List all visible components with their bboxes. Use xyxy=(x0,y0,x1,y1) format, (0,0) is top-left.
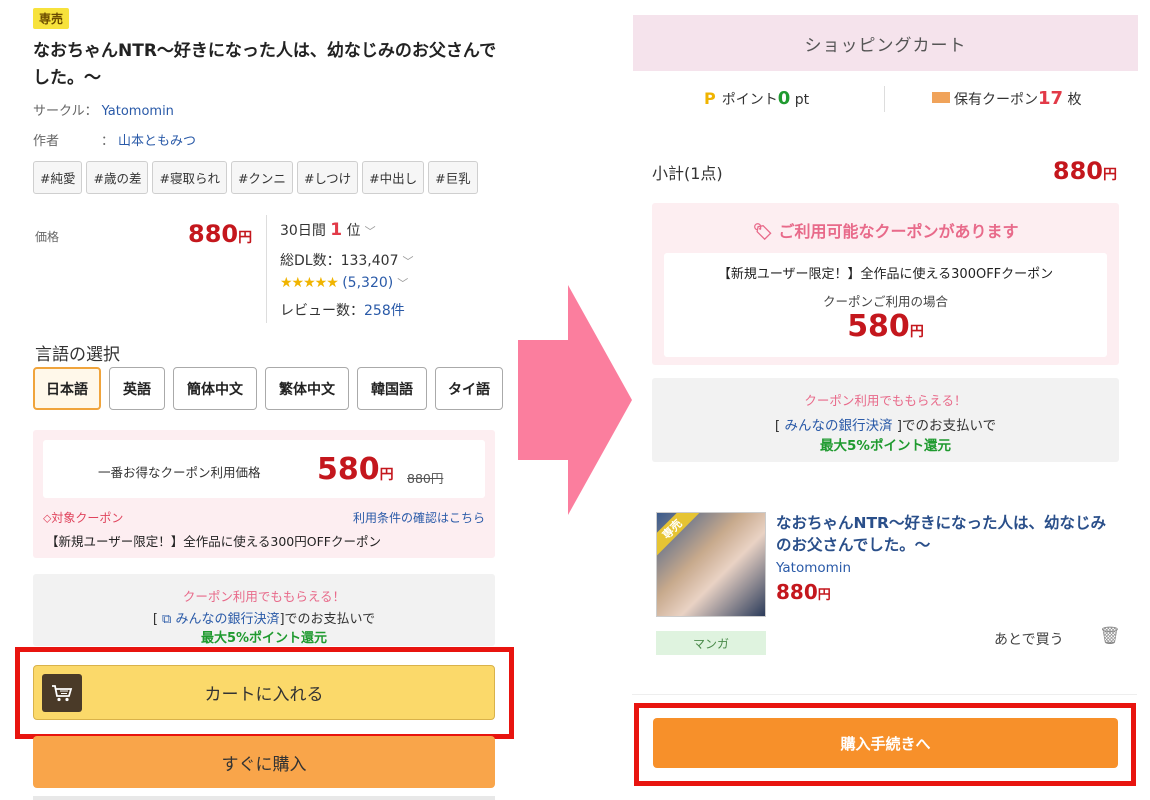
chevron-down-icon: ﹀ xyxy=(402,255,414,268)
author-separator: ： xyxy=(101,134,115,149)
circle-link[interactable]: Yatomomin xyxy=(102,104,174,119)
trash-icon[interactable]: 🗑 xyxy=(1099,626,1121,646)
available-coupon-card[interactable]: 【新規ユーザー限定！】全作品に使える300OFFクーポン クーポンご利用の場合 … xyxy=(664,253,1107,357)
coupon-terms-link[interactable]: 利用条件の確認はこちら xyxy=(353,509,485,526)
download-stat[interactable]: 総DL数：133,407 ﹀ xyxy=(280,250,413,270)
circle-label: サークル： xyxy=(33,104,98,119)
coupon-price: 580円 xyxy=(847,309,924,344)
product-detail-panel: 専売 なおちゃんNTR〜好きになった人は、幼なじみのお父さんでした。〜 サークル… xyxy=(0,0,520,800)
subtotal-label: 小計(1点) xyxy=(652,164,723,183)
checkout-button[interactable]: 購入手続きへ xyxy=(653,718,1118,768)
genre-label: マンガ xyxy=(656,631,766,655)
promo-reward: 最大5%ポイント還元 xyxy=(200,631,328,646)
product-price: 880円 xyxy=(188,220,253,248)
available-coupon-box: 🏷 ご利用可能なクーポンがあります 【新規ユーザー限定！】全作品に使える300O… xyxy=(652,203,1119,365)
rank-stat[interactable]: 30日間 1 位 ﹀ xyxy=(280,220,376,240)
genre-tag[interactable]: #純愛 xyxy=(33,161,83,194)
promo-headline: クーポン利用でももらえる！ xyxy=(182,589,346,604)
author-link[interactable]: 山本ともみつ xyxy=(118,134,196,149)
promo-headline: クーポン利用でももらえる！ xyxy=(804,393,967,408)
language-option-korean[interactable]: 韓国語 xyxy=(357,367,427,410)
rating-stat[interactable]: ★★★★★ (5,320) ﹀ xyxy=(280,275,408,291)
author-label: 作者 xyxy=(33,134,60,149)
divider xyxy=(884,86,885,112)
points-coupon-row: P ポイント0 pt 保有クーポン17 枚 xyxy=(632,86,1137,114)
coupon-ticket-icon xyxy=(932,92,950,103)
rating-stars: ★★★★★ xyxy=(280,275,339,291)
coupon-best-label: 一番お得なクーポン利用価格 xyxy=(98,465,261,480)
language-option-thai[interactable]: タイ語 xyxy=(435,367,503,410)
chevron-down-icon: ﹀ xyxy=(364,225,376,238)
shopping-cart-panel: ショッピングカート P ポイント0 pt 保有クーポン17 枚 小計(1点) 88… xyxy=(632,0,1150,800)
coupon-price-card: 一番お得なクーポン利用価格 580円 880円 xyxy=(43,440,485,498)
coupon-tag-icon: 🏷 xyxy=(752,222,773,241)
bank-payment-link[interactable]: みんなの銀行決済 xyxy=(175,612,279,627)
exclusive-ribbon: 専売 xyxy=(657,513,703,560)
promo-text: [ みんなの銀行決済 ]でのお支払いで xyxy=(774,418,997,434)
coupon-description: 【新規ユーザー限定！】全作品に使える300円OFFクーポン xyxy=(46,534,381,549)
genre-tag[interactable]: #クンニ xyxy=(230,161,293,194)
author-row: 作者 ：山本ともみつ xyxy=(33,130,196,149)
language-selector: 日本語 英語 簡体中文 繁体中文 韓国語 タイ語 xyxy=(33,367,503,410)
promo-text: [ ⧉ みんなの銀行決済]でのお支払いで xyxy=(152,612,376,627)
cart-item-price: 880円 xyxy=(776,580,831,604)
buy-now-button[interactable]: すぐに購入 xyxy=(33,736,495,788)
add-to-cart-label: カートに入れる xyxy=(204,685,324,705)
cart-item-title[interactable]: なおちゃんNTR〜好きになった人は、幼なじみのお父さんでした。〜 xyxy=(776,512,1116,556)
genre-tags: #純愛 #歳の差 #寝取られ #クンニ #しつけ #中出し #巨乳 xyxy=(33,161,520,194)
language-select-title: 言語の選択 xyxy=(35,345,120,365)
language-option-traditional-chinese[interactable]: 繁体中文 xyxy=(265,367,349,410)
chevron-down-icon: ﹀ xyxy=(397,277,409,290)
target-coupon-label: ⬦対象クーポン xyxy=(43,511,124,525)
language-option-japanese[interactable]: 日本語 xyxy=(33,367,101,410)
bank-payment-promo: クーポン利用でももらえる！ [ ⧉ みんなの銀行決済]でのお支払いで 最大5%ポ… xyxy=(33,574,495,646)
review-count-link[interactable]: 258件 xyxy=(364,303,405,319)
points-icon: P xyxy=(704,89,716,108)
bank-payment-link[interactable]: みんなの銀行決済 xyxy=(784,418,892,434)
arrow-right-icon xyxy=(518,285,632,515)
cart-header: ショッピングカート xyxy=(633,15,1138,71)
language-option-simplified-chinese[interactable]: 簡体中文 xyxy=(173,367,257,410)
language-option-english[interactable]: 英語 xyxy=(109,367,165,410)
promo-reward: 最大5%ポイント還元 xyxy=(820,438,951,454)
cart-item-circle[interactable]: Yatomomin xyxy=(776,560,851,576)
genre-tag[interactable]: #歳の差 xyxy=(86,161,149,194)
coupon-description: 【新規ユーザー限定！】全作品に使える300OFFクーポン xyxy=(717,267,1054,282)
product-title: なおちゃんNTR〜好きになった人は、幼なじみのお父さんでした。〜 xyxy=(33,41,497,88)
add-to-cart-button[interactable]: カートに入れる xyxy=(33,665,495,720)
genre-tag[interactable]: #しつけ xyxy=(296,161,359,194)
divider xyxy=(33,796,495,800)
buy-later-button[interactable]: あとで買う xyxy=(994,629,1064,649)
exclusive-badge: 専売 xyxy=(33,8,70,29)
bank-payment-promo: クーポン利用でももらえる！ [ みんなの銀行決済 ]でのお支払いで 最大5%ポイ… xyxy=(652,378,1119,462)
points-display: P ポイント0 pt xyxy=(704,88,810,109)
stats-divider xyxy=(266,215,267,323)
price-label: 価格 xyxy=(35,230,60,244)
divider xyxy=(632,694,1137,695)
coupon-price: 580円 xyxy=(317,452,394,487)
circle-row: サークル： Yatomomin xyxy=(33,100,174,119)
cart-icon xyxy=(42,674,82,712)
product-thumbnail[interactable]: 専売 xyxy=(656,512,766,617)
review-stat: レビュー数：258件 xyxy=(280,303,405,319)
available-coupon-title[interactable]: 🏷 ご利用可能なクーポンがあります xyxy=(652,218,1119,242)
genre-tag[interactable]: #寝取られ xyxy=(152,161,227,194)
cart-item: 専売 マンガ なおちゃんNTR〜好きになった人は、幼なじみのお父さんでした。〜 … xyxy=(656,512,1126,662)
owned-coupons[interactable]: 保有クーポン17 枚 xyxy=(932,88,1082,109)
bank-icon: ⧉ xyxy=(162,612,172,627)
original-price: 880円 xyxy=(407,471,444,486)
rating-count: (5,320) xyxy=(342,275,394,291)
genre-tag[interactable]: #巨乳 xyxy=(428,161,478,194)
genre-tag[interactable]: #中出し xyxy=(362,161,425,194)
coupon-when-used: クーポンご利用の場合 xyxy=(822,294,948,309)
subtotal-value: 880円 xyxy=(1052,157,1117,185)
coupon-price-box: 一番お得なクーポン利用価格 580円 880円 ⬦対象クーポン 利用条件の確認は… xyxy=(33,430,495,558)
